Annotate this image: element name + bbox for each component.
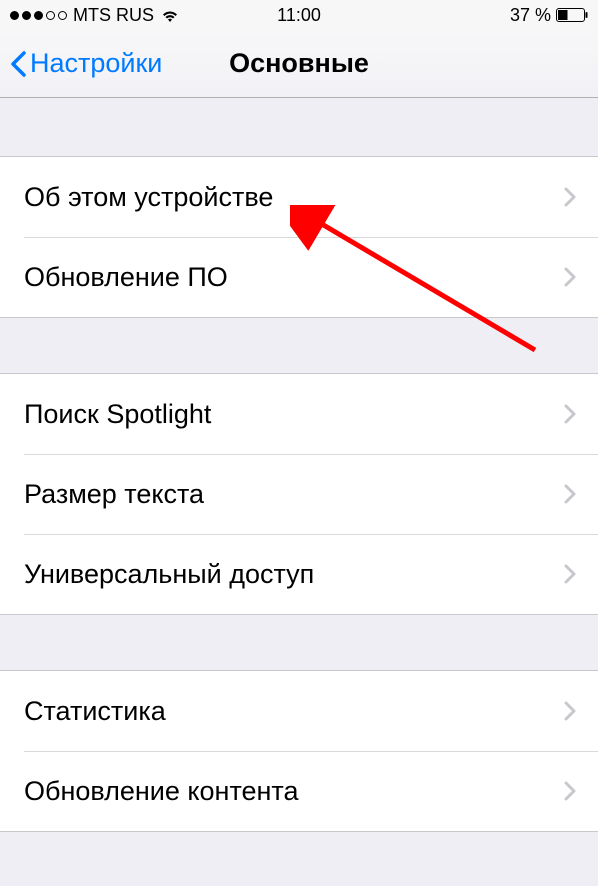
status-bar: MTS RUS 11:00 37 %	[0, 0, 598, 30]
content: Об этом устройстве Обновление ПО Поиск S…	[0, 98, 598, 832]
row-label: Об этом устройстве	[24, 182, 273, 213]
row-software-update[interactable]: Обновление ПО	[0, 237, 598, 317]
status-right: 37 %	[510, 5, 588, 26]
signal-strength-icon	[10, 11, 67, 20]
chevron-right-icon	[564, 484, 576, 504]
clock: 11:00	[277, 5, 321, 26]
settings-group-3: Статистика Обновление контента	[0, 670, 598, 832]
row-label: Обновление ПО	[24, 262, 228, 293]
battery-icon	[556, 8, 588, 22]
row-label: Размер текста	[24, 479, 204, 510]
row-usage[interactable]: Статистика	[0, 671, 598, 751]
settings-group-1: Об этом устройстве Обновление ПО	[0, 156, 598, 318]
row-label: Поиск Spotlight	[24, 399, 211, 430]
chevron-right-icon	[564, 267, 576, 287]
chevron-right-icon	[564, 187, 576, 207]
row-label: Статистика	[24, 696, 166, 727]
nav-bar: Настройки Основные	[0, 30, 598, 98]
row-label: Универсальный доступ	[24, 559, 314, 590]
chevron-right-icon	[564, 781, 576, 801]
battery-percent: 37 %	[510, 5, 551, 26]
page-title: Основные	[229, 48, 369, 79]
row-accessibility[interactable]: Универсальный доступ	[0, 534, 598, 614]
status-left: MTS RUS	[10, 5, 180, 26]
chevron-right-icon	[564, 701, 576, 721]
row-spotlight[interactable]: Поиск Spotlight	[0, 374, 598, 454]
back-label: Настройки	[30, 48, 162, 79]
wifi-icon	[160, 8, 180, 23]
chevron-right-icon	[564, 564, 576, 584]
row-about[interactable]: Об этом устройстве	[0, 157, 598, 237]
row-text-size[interactable]: Размер текста	[0, 454, 598, 534]
back-button[interactable]: Настройки	[10, 48, 162, 79]
row-background-refresh[interactable]: Обновление контента	[0, 751, 598, 831]
carrier-label: MTS RUS	[73, 5, 154, 26]
chevron-left-icon	[10, 50, 26, 78]
row-label: Обновление контента	[24, 776, 299, 807]
chevron-right-icon	[564, 404, 576, 424]
settings-group-2: Поиск Spotlight Размер текста Универсаль…	[0, 373, 598, 615]
